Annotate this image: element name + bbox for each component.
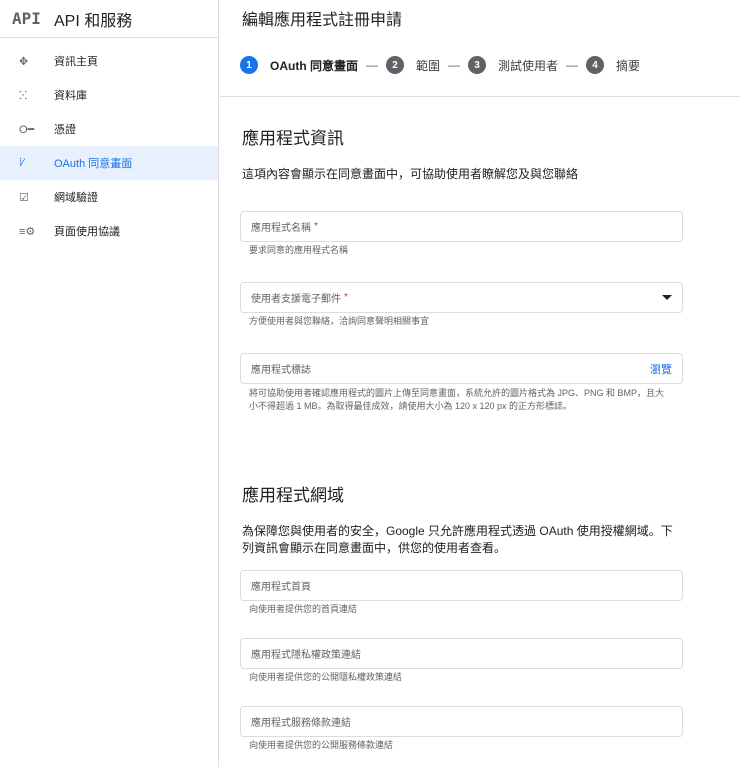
support-email-select[interactable]: 使用者支援電子郵件 * bbox=[240, 282, 683, 313]
helper-text: 向使用者提供您的公開服務條款連結 bbox=[249, 740, 394, 750]
settings-list-icon: ≡⚙ bbox=[19, 225, 36, 238]
step-number: 1 bbox=[240, 56, 258, 74]
dropdown-arrow-icon[interactable] bbox=[662, 295, 672, 300]
section-description: 為保障您與使用者的安全，Google 只允許應用程式透過 OAuth 使用授權網… bbox=[242, 524, 673, 555]
app-homepage-input[interactable]: 應用程式首頁 bbox=[240, 570, 683, 601]
step-summary[interactable]: 摘要 bbox=[616, 57, 640, 74]
terms-of-service-input[interactable]: 應用程式服務條款連結 bbox=[240, 706, 683, 737]
key-icon: O━ bbox=[19, 123, 35, 136]
stepper: 1 OAuth 同意畫面 — 2 範圍 — 3 測試使用者 — 4 摘要 bbox=[240, 56, 640, 74]
sidebar-item-label: OAuth 同意畫面 bbox=[54, 158, 133, 170]
sidebar-item-label: 資訊主頁 bbox=[54, 56, 98, 68]
step-separator: — bbox=[566, 58, 579, 72]
sidebar-item-credentials[interactable]: O━ 憑證 bbox=[0, 112, 218, 146]
sidebar: API API 和服務 ✥ 資訊主頁 ⵘ 資料庫 O━ 憑證 ⁞⁄ OAuth 同意畫面… bbox=[0, 0, 219, 767]
sidebar-item-library[interactable]: ⵘ 資料庫 bbox=[0, 78, 218, 112]
sidebar-header: API API 和服務 bbox=[0, 0, 218, 38]
sidebar-item-label: 資料庫 bbox=[54, 90, 87, 102]
required-marker: * bbox=[344, 292, 348, 303]
step-number: 2 bbox=[386, 56, 404, 74]
step-test-users[interactable]: 測試使用者 bbox=[498, 57, 558, 74]
required-marker: * bbox=[314, 221, 318, 232]
divider bbox=[220, 96, 740, 97]
field-label: 應用程式名稱 bbox=[251, 223, 311, 234]
browse-button[interactable]: 瀏覽 bbox=[650, 361, 672, 377]
sidebar-item-label: 頁面使用協議 bbox=[54, 226, 120, 238]
section-description: 這項內容會顯示在同意畫面中，可協助使用者瞭解您及與您聯絡 bbox=[242, 167, 579, 181]
step-number: 3 bbox=[468, 56, 487, 74]
consent-icon: ⁞⁄ bbox=[19, 157, 24, 169]
field-label: 應用程式隱私權政策連結 bbox=[251, 650, 361, 661]
page-title: 編輯應用程式註冊申請 bbox=[242, 12, 403, 29]
field-label: 使用者支援電子郵件 bbox=[251, 294, 341, 305]
sidebar-item-dashboard[interactable]: ✥ 資訊主頁 bbox=[0, 44, 218, 78]
section-title-app-domain: 應用程式網域 bbox=[242, 486, 344, 505]
helper-text: 向使用者提供您的公開隱私權政策連結 bbox=[249, 672, 403, 682]
step-number: 4 bbox=[586, 56, 605, 74]
step-oauth-consent[interactable]: OAuth 同意畫面 bbox=[270, 57, 358, 74]
field-label: 應用程式首頁 bbox=[251, 582, 311, 593]
sidebar-item-label: 憑證 bbox=[54, 124, 76, 136]
helper-text: 將可協助使用者確認應用程式的圖片上傳至同意畫面，系統允許的圖片格式為 JPG、P… bbox=[249, 388, 665, 411]
app-name-input[interactable]: 應用程式名稱 * bbox=[240, 211, 683, 242]
step-scopes[interactable]: 範圍 bbox=[416, 57, 440, 74]
sidebar-item-oauth-consent[interactable]: ⁞⁄ OAuth 同意畫面 bbox=[0, 146, 218, 180]
dashboard-icon: ✥ bbox=[19, 55, 29, 68]
app-logo-input[interactable]: 應用程式標誌 瀏覽 bbox=[240, 353, 683, 384]
sidebar-item-label: 網域驗證 bbox=[54, 192, 98, 204]
field-label: 應用程式服務條款連結 bbox=[251, 718, 351, 729]
api-logo-icon: API bbox=[12, 9, 41, 28]
sidebar-item-domain-verification[interactable]: ☑ 網域驗證 bbox=[0, 180, 218, 214]
step-separator: — bbox=[448, 58, 461, 72]
sidebar-item-page-usage[interactable]: ≡⚙ 頁面使用協議 bbox=[0, 214, 218, 248]
privacy-policy-input[interactable]: 應用程式隱私權政策連結 bbox=[240, 638, 683, 669]
step-separator: — bbox=[366, 58, 378, 72]
checkbox-icon: ☑ bbox=[19, 191, 29, 204]
section-title-app-info: 應用程式資訊 bbox=[242, 129, 344, 148]
helper-text: 方便使用者與您聯絡，洽詢同意聲明相關事宜 bbox=[249, 316, 430, 326]
helper-text: 要求同意的應用程式名稱 bbox=[249, 245, 349, 255]
field-label: 應用程式標誌 bbox=[251, 365, 311, 376]
library-icon: ⵘ bbox=[19, 89, 28, 102]
helper-text: 向使用者提供您的首頁連結 bbox=[249, 604, 358, 614]
sidebar-title: API 和服務 bbox=[54, 12, 133, 30]
